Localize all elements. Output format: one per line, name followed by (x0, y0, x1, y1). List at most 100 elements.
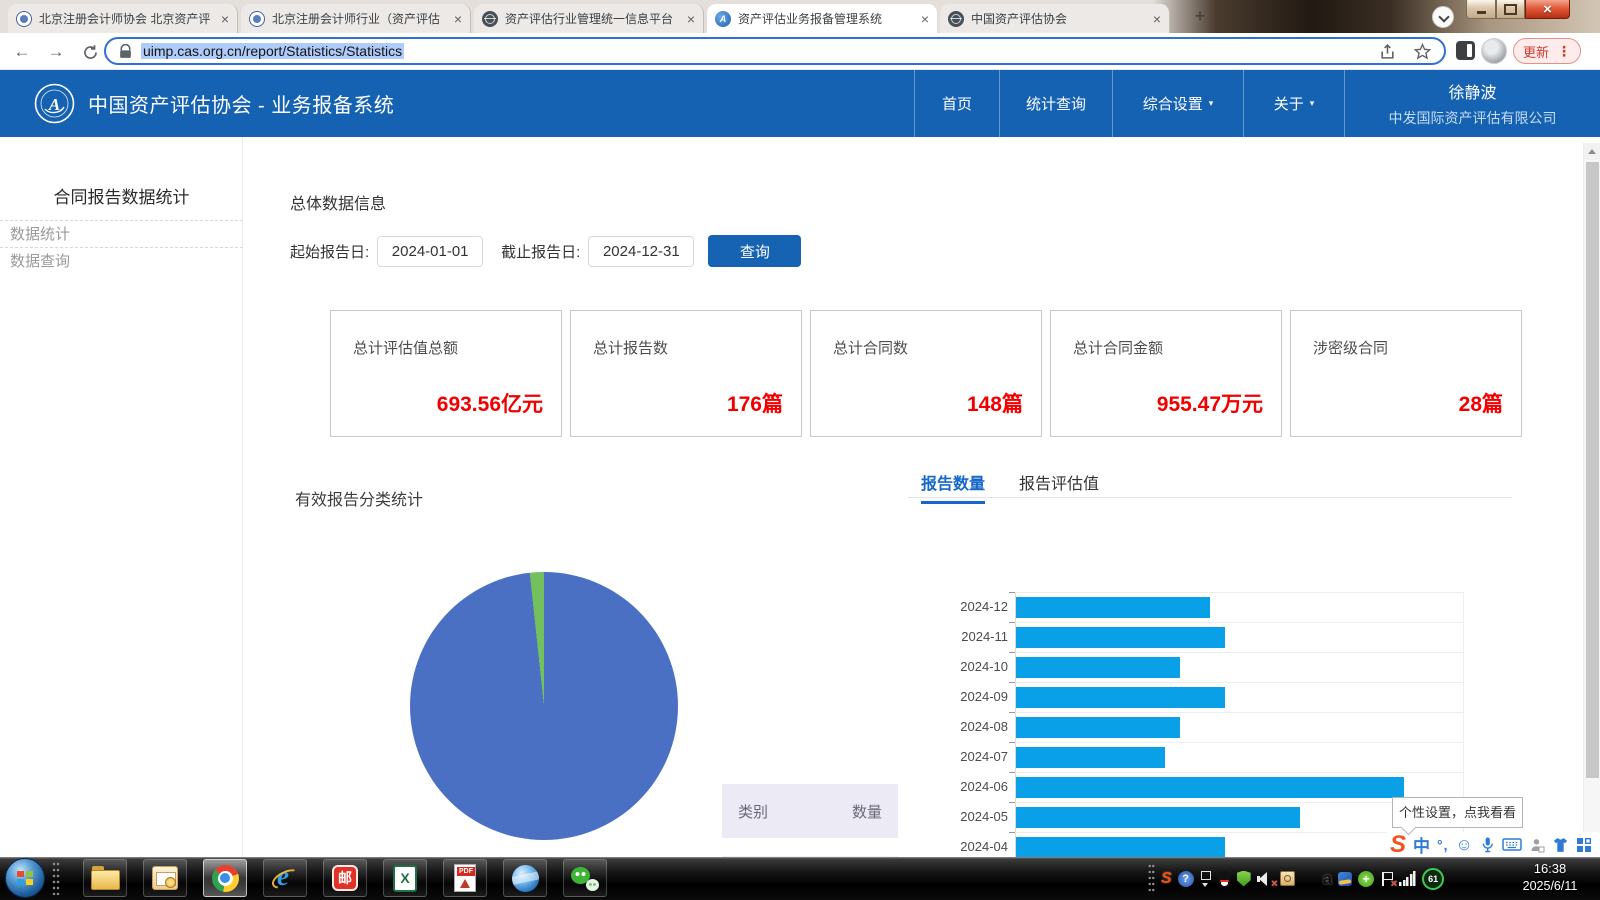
calendar-tray-icon[interactable] (1280, 871, 1295, 886)
close-tab-icon[interactable]: × (221, 12, 229, 26)
qq-protect-tray-icon[interactable] (1338, 872, 1352, 886)
browser-tab[interactable]: 北京注册会计师行业（资产评估× (241, 4, 471, 33)
page-scrollbar[interactable] (1583, 143, 1600, 857)
sogou-logo-icon[interactable]: S (1390, 833, 1406, 857)
china-mail-taskbar-button[interactable]: 邮 (323, 859, 367, 897)
sidebar-title: 合同报告数据统计 (0, 183, 243, 208)
browser-tab[interactable]: 北京注册会计师协会 北京资产评× (8, 4, 238, 33)
browser-tab[interactable]: 中国资产评估协会× (940, 4, 1170, 33)
wechat-taskbar-button[interactable] (563, 859, 607, 897)
stat-card-title: 总计合同数 (833, 337, 1041, 358)
bar[interactable] (1016, 627, 1225, 648)
bar[interactable] (1016, 807, 1300, 828)
start-date-input[interactable] (377, 236, 483, 267)
toolbox-icon[interactable] (1576, 837, 1592, 853)
menu-kebab-icon[interactable]: ⋮ (1557, 46, 1571, 56)
bar[interactable] (1016, 747, 1165, 768)
microphone-icon[interactable] (1480, 836, 1495, 853)
bar[interactable] (1016, 597, 1210, 618)
show-hidden-tray-icon[interactable] (1200, 870, 1212, 888)
start-date-label: 起始报告日: (290, 241, 369, 262)
pdf-reader-taskbar-button[interactable]: PDF (443, 859, 487, 897)
user-menu[interactable]: 徐静波中发国际资产评估有限公司 (1344, 70, 1600, 137)
side-panel-icon[interactable] (1456, 41, 1475, 60)
account-icon[interactable] (1529, 837, 1545, 853)
url-text[interactable]: uimp.cas.org.cn/report/Statistics/Statis… (141, 43, 404, 59)
input-a-tray-icon[interactable]: a (1323, 869, 1332, 889)
query-button[interactable]: 查询 (708, 235, 801, 267)
grid-line (1015, 682, 1463, 683)
mail-client-taskbar-button[interactable] (143, 859, 187, 897)
menu-item-1[interactable]: 首页 (914, 70, 999, 137)
stat-card-value: 955.47万元 (1157, 388, 1263, 418)
close-tab-icon[interactable]: × (1153, 12, 1161, 26)
browser-tabstrip: 北京注册会计师协会 北京资产评×北京注册会计师行业（资产评估×资产评估行业管理统… (0, 0, 1600, 33)
profile-avatar[interactable] (1481, 38, 1507, 64)
browser-tab[interactable]: 资产评估业务报备管理系统× (707, 4, 937, 33)
share-icon[interactable] (1379, 43, 1396, 60)
close-tab-icon[interactable]: × (454, 12, 462, 26)
explorer-taskbar-button[interactable] (83, 859, 127, 897)
chrome-taskbar-button[interactable] (203, 859, 247, 897)
scrollbar-thumb[interactable] (1586, 162, 1599, 778)
sogou-tray-icon[interactable]: S (1161, 870, 1172, 888)
bar[interactable] (1016, 777, 1404, 798)
tab-search-icon[interactable] (1432, 6, 1454, 28)
stat-card-value: 693.56亿元 (437, 388, 543, 418)
security-shield-tray-icon[interactable] (1237, 871, 1251, 887)
chart-tab-2[interactable]: 报告评估值 (1019, 470, 1099, 504)
back-button[interactable]: ← (10, 40, 34, 64)
institute-emblem-favicon (16, 11, 32, 27)
taskbar-clock[interactable]: 16:38 2025/6/11 (1504, 860, 1596, 894)
china-mail-icon: 邮 (332, 865, 358, 891)
menu-item-3[interactable]: 综合设置▾ (1112, 70, 1243, 137)
qq-tray-icon[interactable] (1218, 871, 1231, 887)
network-signal-tray-icon[interactable] (1399, 871, 1416, 886)
forward-button[interactable]: → (44, 40, 68, 64)
reload-button[interactable] (78, 40, 102, 64)
bar-category-label: 2024-09 (943, 682, 1008, 712)
grid-line (1015, 652, 1463, 653)
health-ball-tray-icon[interactable]: 61 (1422, 868, 1444, 890)
grid-line (1015, 742, 1463, 743)
maximize-button[interactable] (1496, 0, 1525, 19)
new-tab-button[interactable]: + (1190, 7, 1210, 27)
update-button[interactable]: 更新 ⋮ (1513, 38, 1581, 64)
close-button[interactable] (1525, 0, 1570, 19)
browser-tab[interactable]: 资产评估行业管理统一信息平台× (474, 4, 704, 33)
action-center-flag-tray-icon[interactable]: × (1380, 871, 1393, 887)
emoji-icon[interactable]: ☺ (1456, 835, 1473, 855)
bar[interactable] (1016, 687, 1225, 708)
bar[interactable] (1016, 717, 1180, 738)
bar[interactable] (1016, 657, 1180, 678)
excel-taskbar-button[interactable]: X (383, 859, 427, 897)
help-tray-icon[interactable]: ? (1178, 871, 1194, 887)
close-tab-icon[interactable]: × (921, 12, 929, 26)
menu-item-2[interactable]: 统计查询 (999, 70, 1112, 137)
blue-globe-taskbar-button[interactable] (503, 859, 547, 897)
volume-muted-tray-icon[interactable]: × (1257, 871, 1274, 887)
axis-tick (1009, 682, 1015, 683)
bookmark-star-icon[interactable] (1414, 43, 1431, 60)
minimize-button[interactable] (1466, 0, 1496, 19)
pie-chart[interactable] (410, 572, 678, 840)
start-button[interactable] (5, 858, 45, 898)
scrollbar-up-arrow[interactable] (1584, 143, 1600, 160)
menu-item-4[interactable]: 关于▾ (1243, 70, 1344, 137)
close-tab-icon[interactable]: × (687, 12, 695, 26)
sogou-tooltip[interactable]: 个性设置，点我看看 (1392, 797, 1523, 828)
punctuation-icon[interactable]: °, (1437, 837, 1449, 853)
skin-icon[interactable] (1552, 837, 1569, 853)
url-bar[interactable]: uimp.cas.org.cn/report/Statistics/Statis… (104, 37, 1446, 65)
accelerator-tray-icon[interactable]: + (1358, 871, 1374, 887)
keyboard-icon[interactable] (1502, 837, 1522, 852)
bar[interactable] (1016, 837, 1225, 857)
sidebar-item-1[interactable]: 数据统计 (0, 220, 243, 247)
sogou-input-bar: S中 °, ☺ (1386, 832, 1600, 857)
end-date-input[interactable] (588, 236, 694, 267)
internet-explorer-taskbar-button[interactable] (263, 859, 307, 897)
mail-client-icon (152, 866, 178, 890)
chinese-mode-icon[interactable]: 中 (1413, 832, 1430, 857)
sidebar-item-2[interactable]: 数据查询 (0, 247, 243, 274)
chart-tab-1[interactable]: 报告数量 (921, 470, 985, 504)
